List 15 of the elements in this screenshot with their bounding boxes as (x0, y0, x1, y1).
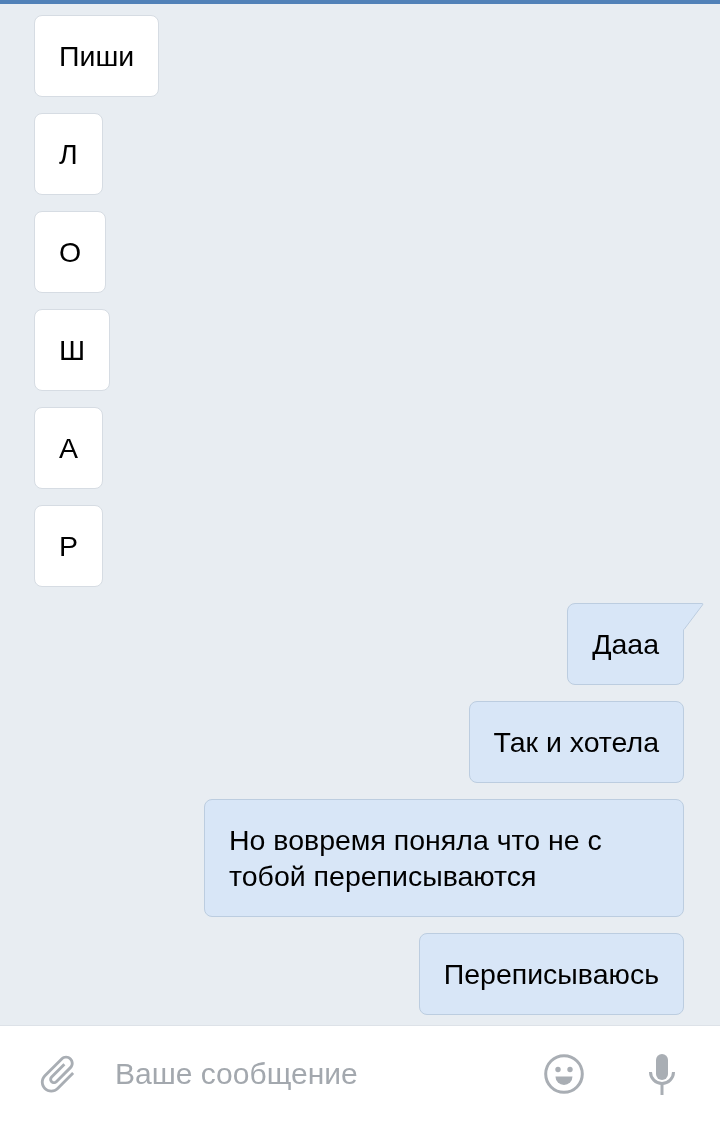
message-bubble: Переписываюсь (418, 933, 684, 1015)
message-bubble: Но вовремя поняла что не с тобой переписываются (204, 799, 684, 917)
message-bubble: Дааа (567, 603, 684, 685)
message-bubble: О (34, 211, 107, 293)
message-bubble: Ш (34, 309, 111, 391)
smiley-icon[interactable] (544, 1054, 584, 1094)
message-bubble: А (34, 407, 103, 489)
message-bubble: Так и хотела (468, 701, 684, 783)
paperclip-icon[interactable] (39, 1055, 77, 1093)
bubble-tail (683, 603, 704, 630)
message-bubble: Р (34, 505, 103, 587)
microphone-icon[interactable] (648, 1053, 676, 1095)
message-bubble: Л (34, 113, 103, 195)
message-input[interactable]: Ваше сообщение (115, 1049, 504, 1099)
message-bubble: Пиши (34, 15, 160, 97)
